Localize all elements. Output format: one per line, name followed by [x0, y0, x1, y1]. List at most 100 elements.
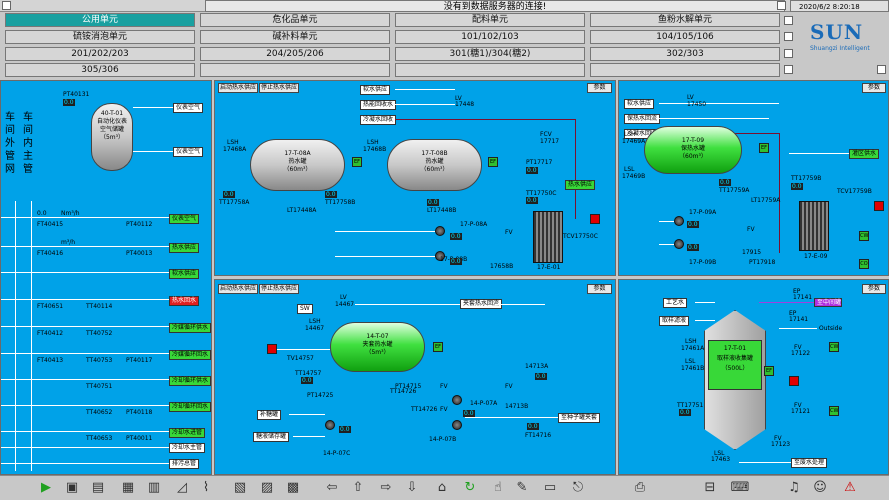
- sound-icon[interactable]: ♫: [784, 478, 804, 498]
- p2-cw-button[interactable]: CW: [859, 231, 869, 241]
- report-icon[interactable]: ▥: [144, 478, 164, 498]
- p3-ef-button[interactable]: EF: [433, 342, 443, 352]
- nav-empty-3[interactable]: [590, 63, 780, 77]
- panel2-param-button[interactable]: 参数: [862, 83, 886, 93]
- refresh-icon[interactable]: ↻: [460, 478, 480, 498]
- air-tank-40-T-01[interactable]: 40-T-01 自动化仪表 空气储罐 （5m³）: [91, 103, 133, 171]
- hot-water-supply-out[interactable]: 热水供应: [565, 180, 596, 190]
- nav-204-unit[interactable]: 204/205/206: [200, 47, 390, 61]
- instrument-air-supply[interactable]: 仪表空气: [169, 214, 200, 224]
- nav-utility-unit[interactable]: 公用单元: [5, 13, 195, 27]
- start-hot-water-button[interactable]: 启动热水供应: [218, 83, 258, 93]
- hot-water-return[interactable]: 热水回水: [169, 296, 200, 306]
- process-water-line[interactable]: 工艺水: [663, 298, 688, 308]
- panel3-param-button[interactable]: 参数: [587, 284, 612, 294]
- ef-button-2[interactable]: EF: [488, 157, 498, 167]
- trend-icon[interactable]: ◿: [172, 478, 192, 498]
- jacket-tank-14-T-07[interactable]: 14-T-07 夹套热水罐 （5m³）: [330, 322, 425, 372]
- p2-ef-button[interactable]: EF: [759, 143, 769, 153]
- p2-alarm-indicator[interactable]: [874, 201, 884, 211]
- folder-icon[interactable]: ▦: [118, 478, 138, 498]
- printer-icon[interactable]: ⊟: [700, 478, 720, 498]
- nav-empty-2[interactable]: [395, 63, 585, 77]
- home-icon[interactable]: ⌂: [432, 478, 452, 498]
- cooling-supply[interactable]: 冷却循环供水: [169, 376, 212, 386]
- panel4-param-button[interactable]: 参数: [862, 284, 886, 294]
- print-icon[interactable]: ⎙: [630, 478, 650, 498]
- nav-ammonium-unit[interactable]: 硫铵消泡单元: [5, 30, 195, 44]
- p2-hot-return-line[interactable]: 保热水回流: [624, 114, 661, 124]
- alarm-icon[interactable]: ⚠: [840, 478, 860, 498]
- nav-checkbox-5[interactable]: [877, 65, 886, 74]
- pump-17-P-09A[interactable]: [674, 216, 684, 226]
- to-intermediate-tank[interactable]: 至中间罐: [814, 298, 842, 307]
- nav-hazchem-unit[interactable]: 危化品单元: [200, 13, 390, 27]
- p4-cw-button-2[interactable]: CW: [829, 406, 839, 416]
- p2-co-button[interactable]: CO: [859, 259, 869, 269]
- p3-alarm-indicator[interactable]: [267, 344, 277, 354]
- pump-17-P-09B[interactable]: [674, 239, 684, 249]
- chart-icon[interactable]: ⌇: [196, 478, 216, 498]
- arrow-down-icon[interactable]: ⇩: [402, 478, 422, 498]
- arrow-left-icon[interactable]: ⇦: [322, 478, 342, 498]
- panel-icon[interactable]: ▣: [62, 478, 82, 498]
- arrow-up-icon[interactable]: ⇧: [348, 478, 368, 498]
- document-icon[interactable]: ▤: [88, 478, 108, 498]
- p3-start-button[interactable]: 启动热水供应: [218, 284, 258, 294]
- nav-fishmeal-unit[interactable]: 鱼粉水解单元: [590, 13, 780, 27]
- nav-batching-unit[interactable]: 配料单元: [395, 13, 585, 27]
- cooling-return[interactable]: 冷却循环回水: [169, 402, 212, 412]
- nav-305-unit[interactable]: 305/306: [5, 63, 195, 77]
- p4-alarm-indicator[interactable]: [789, 376, 799, 386]
- nav-checkbox-1[interactable]: [784, 16, 793, 25]
- sugar-feed-tank[interactable]: 补糖罐: [257, 410, 282, 420]
- instrument-air-out-2[interactable]: 仪表空气: [173, 147, 204, 157]
- to-wastewater-treatment[interactable]: 至废水处理: [791, 458, 828, 468]
- chilled-return[interactable]: 冷媒循环回水: [169, 350, 212, 360]
- insulated-tank-17-T-09[interactable]: 17-T-09 保热水罐 （60m³）: [644, 126, 742, 174]
- user-icon[interactable]: ☺: [810, 478, 830, 498]
- nav-104-unit[interactable]: 104/105/106: [590, 30, 780, 44]
- nav-checkbox-3[interactable]: [784, 49, 793, 58]
- heat-exchanger-17-E-01[interactable]: [533, 211, 563, 263]
- nav-301-unit[interactable]: 301(糖1)/304(糖2): [395, 47, 585, 61]
- nav-checkbox-2[interactable]: [784, 32, 793, 41]
- heat-recovery-line[interactable]: 热能回收水: [360, 100, 397, 110]
- p4-ef-button[interactable]: EF: [764, 366, 774, 376]
- window-checkbox[interactable]: [2, 1, 11, 10]
- alarm-indicator-1[interactable]: [590, 214, 600, 224]
- to-seed-tank-jacket[interactable]: 至种子罐夹套: [558, 413, 601, 423]
- exit-icon[interactable]: ⎋: [568, 478, 588, 498]
- hot-water-tank-17-T-08B[interactable]: 17-T-08B 热水罐 （60m³）: [387, 139, 482, 191]
- panel1-param-button[interactable]: 参数: [587, 83, 612, 93]
- drain-main[interactable]: 排污总管: [169, 459, 200, 469]
- pump-14-P-07B[interactable]: [452, 420, 462, 430]
- condensate-recovery-line[interactable]: 冷凝水回收: [360, 115, 397, 125]
- sw-label[interactable]: SW: [297, 304, 313, 314]
- monitor-icon[interactable]: ▭: [540, 478, 560, 498]
- stop-hot-water-button[interactable]: 停止热水供应: [259, 83, 299, 93]
- hot-water-tank-17-T-08A[interactable]: 17-T-08A 热水罐 （60m³）: [250, 139, 345, 191]
- nav-201-unit[interactable]: 201/202/203: [5, 47, 195, 61]
- tool-icon[interactable]: ✎: [512, 478, 532, 498]
- pump-14-P-07A[interactable]: [452, 395, 462, 405]
- pump-17-P-08A[interactable]: [435, 226, 445, 236]
- table-icon[interactable]: ▩: [283, 478, 303, 498]
- nav-empty-1[interactable]: [200, 63, 390, 77]
- area-water-supply[interactable]: 灌区供水: [849, 149, 880, 159]
- cooling-water-in[interactable]: 冷却水进管: [169, 428, 206, 438]
- list-icon[interactable]: ▨: [257, 478, 277, 498]
- keyboard-icon[interactable]: ⌨: [730, 478, 750, 498]
- p2-soft-water-line[interactable]: 软水供应: [624, 99, 655, 109]
- pointer-icon[interactable]: ☝: [488, 478, 508, 498]
- nav-alkali-unit[interactable]: 碱补料单元: [200, 30, 390, 44]
- soft-water-supply[interactable]: 软水供应: [169, 269, 200, 279]
- soft-water-supply-line[interactable]: 软水供应: [360, 85, 391, 95]
- cooling-water-main[interactable]: 冷却水主管: [169, 443, 206, 453]
- ef-button-1[interactable]: EF: [352, 157, 362, 167]
- sample-tank-17-T-01[interactable]: 17-T-01 取样液收集罐 （500L）: [708, 340, 762, 390]
- nav-302-unit[interactable]: 302/303: [590, 47, 780, 61]
- nav-checkbox-4[interactable]: [784, 65, 793, 74]
- nav-101-unit[interactable]: 101/102/103: [395, 30, 585, 44]
- grid-icon[interactable]: ▧: [230, 478, 250, 498]
